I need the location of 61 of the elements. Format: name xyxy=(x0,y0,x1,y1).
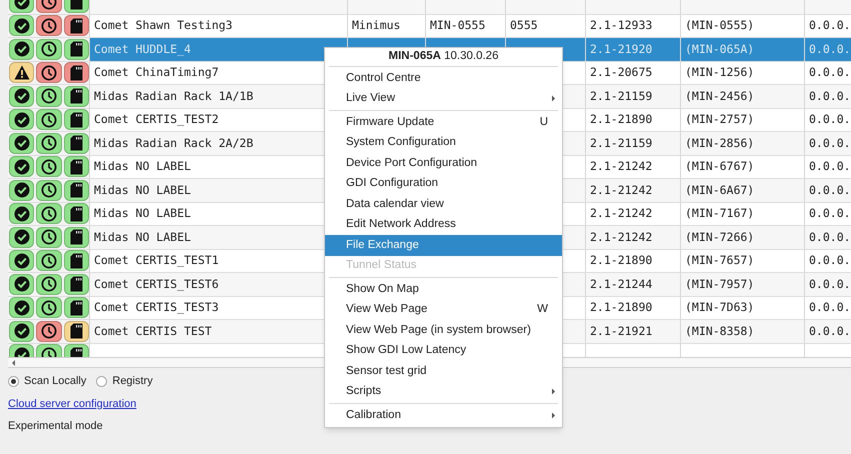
table-cell: Midas NO LABEL xyxy=(94,158,191,176)
table-cell: (MIN-6767) xyxy=(685,158,754,176)
table-cell: 2.1-21242 xyxy=(590,228,652,246)
table-cell: 2.1-21921 xyxy=(590,322,652,340)
table-cell: (MIN-7167) xyxy=(685,205,754,222)
table-cell: (MIN-2456) xyxy=(685,88,754,105)
table-cell: 2.1-21890 xyxy=(590,299,652,316)
table-cell: (MIN-6A67) xyxy=(685,182,754,199)
table-cell: 0.0.0. xyxy=(809,134,851,152)
table-cell: (MIN-2856) xyxy=(685,134,754,152)
table-cell: 0.0.0. xyxy=(809,158,851,176)
table-cell: Midas NO LABEL xyxy=(94,228,191,246)
table-cell: 2.1-21890 xyxy=(590,111,652,128)
table-cell: (MIN-065A) xyxy=(685,40,754,58)
table-cell: (MIN-2757) xyxy=(685,111,754,128)
table-cell: 2.1-12933 xyxy=(590,17,652,34)
table-cell: 2.1-21159 xyxy=(590,88,652,105)
table-cell: (MIN-8358) xyxy=(685,322,754,340)
table-cell: 0.0.0. xyxy=(809,40,851,58)
table-cell: 0.0.0. xyxy=(809,276,851,293)
table-cell: 0.0.0. xyxy=(809,299,851,316)
table-cell: 0.0.0. xyxy=(809,17,851,34)
menu-header: MIN-065A 10.30.0.26 xyxy=(388,49,498,64)
table-cell: Midas NO LABEL xyxy=(94,205,191,222)
table-cell: (MIN-0555) xyxy=(685,17,754,34)
table-cell: Comet HUDDLE_4 xyxy=(94,40,191,58)
table-cell: (MIN-1256) xyxy=(685,64,754,82)
table-cell: 2.1-21242 xyxy=(590,182,652,199)
table-cell: 0.0.0. xyxy=(809,64,851,82)
table-cell: 2.1-21920 xyxy=(590,40,652,58)
experimental-label: Experimental mode xyxy=(8,419,104,434)
table-cell: Minimus xyxy=(352,17,400,34)
table-cell: 2.1-20675 xyxy=(590,64,652,82)
table-cell: 0.0.0. xyxy=(809,111,851,128)
table-cell: MIN-0555 xyxy=(430,17,486,34)
table-cell: 0.0.0. xyxy=(809,88,851,105)
table-cell: 0.0.0. xyxy=(809,182,851,199)
table-cell: (MIN-7657) xyxy=(685,252,754,270)
table-cell: 2.1-21890 xyxy=(590,252,652,270)
table-cell: Comet ChinaTiming7 xyxy=(94,64,219,82)
table-cell: Comet CERTIS TEST xyxy=(94,322,212,340)
table-cell: 0.0.0. xyxy=(809,322,851,340)
table-cell: 0.0.0. xyxy=(809,205,851,222)
table-cell: Comet Shawn Testing3 xyxy=(94,17,232,34)
table-cell: 2.1-21159 xyxy=(590,134,652,152)
table-cell: 0.0.0. xyxy=(809,228,851,246)
table-cell: 2.1-21244 xyxy=(590,276,652,293)
table-cell: 0555 xyxy=(510,17,538,34)
table-cell: (MIN-7957) xyxy=(685,276,754,293)
table-cell: Comet CERTIS_TEST6 xyxy=(94,276,219,293)
table-cell: Midas Radian Rack 2A/2B xyxy=(94,134,254,152)
table-cell: (MIN-7266) xyxy=(685,228,754,246)
table-cell: Midas NO LABEL xyxy=(94,182,191,199)
table-cell: Comet CERTIS_TEST3 xyxy=(94,299,219,316)
table-cell: 0.0.0. xyxy=(809,252,851,270)
table-cell: Comet CERTIS_TEST2 xyxy=(94,111,219,128)
table-cell: Midas Radian Rack 1A/1B xyxy=(94,88,254,105)
table-cell: Comet CERTIS_TEST1 xyxy=(94,252,219,270)
table-cell: (MIN-7D63) xyxy=(685,299,754,316)
table-cell: 2.1-21242 xyxy=(590,158,652,176)
table-cell: 2.1-21242 xyxy=(590,205,652,222)
